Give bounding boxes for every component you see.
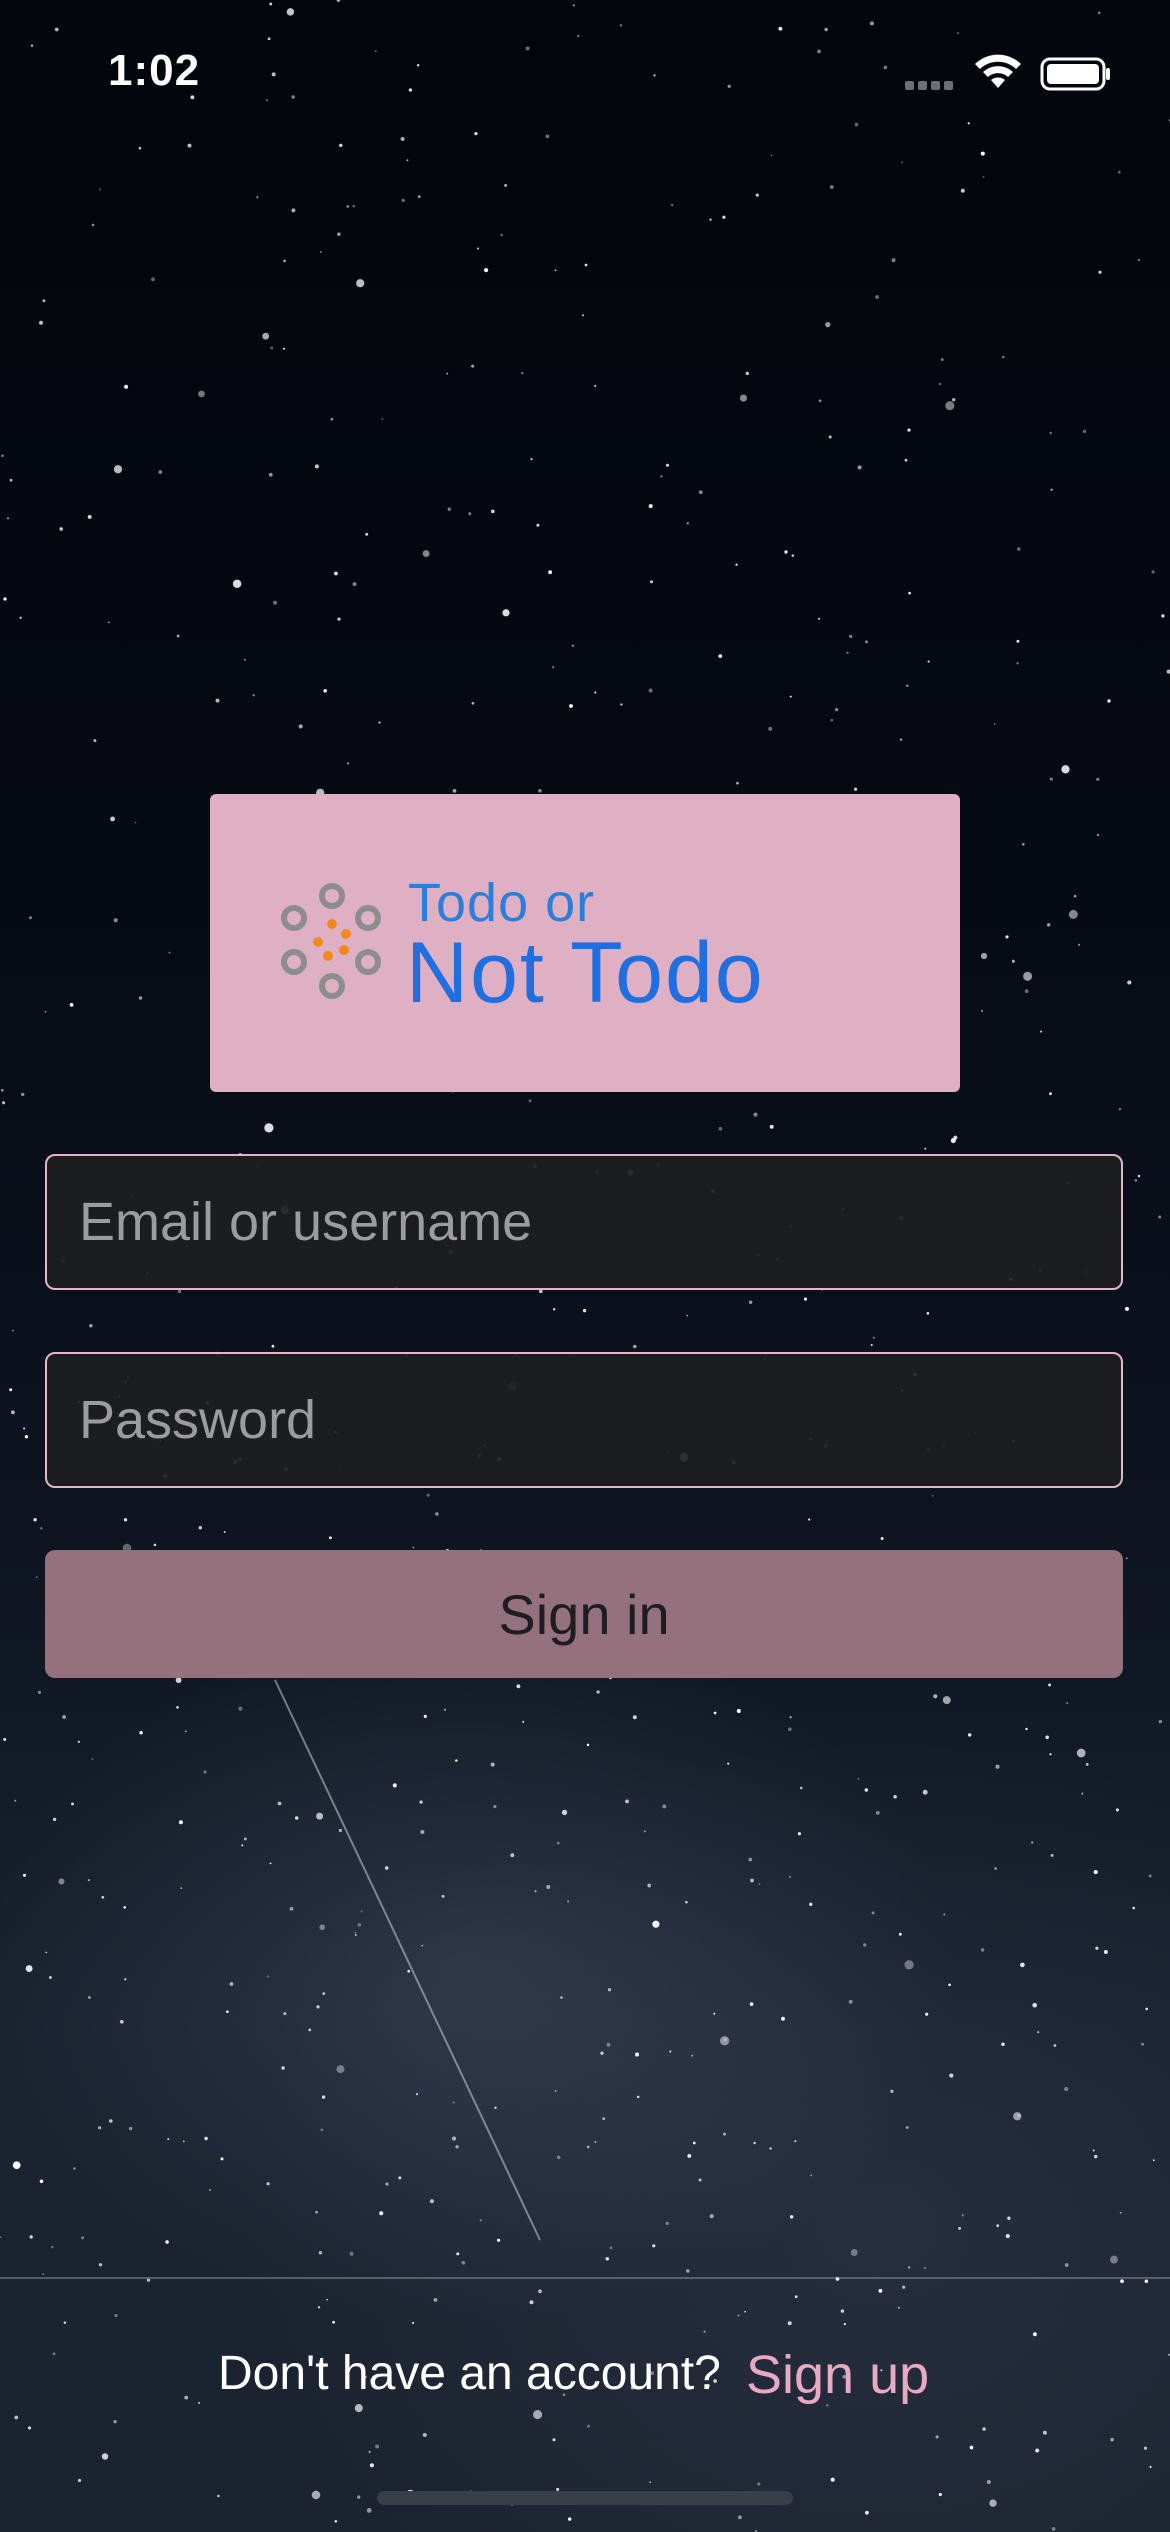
email-field[interactable] <box>45 1154 1123 1290</box>
footer-divider <box>0 2277 1170 2279</box>
password-field[interactable] <box>45 1352 1123 1488</box>
wifi-icon <box>975 54 1021 88</box>
app-logo: Todo or Not Todo <box>210 794 960 1092</box>
home-indicator[interactable] <box>377 2491 793 2505</box>
cellular-signal-icon <box>905 72 959 90</box>
login-screen: 1:02 Todo or Not Todo Email or username … <box>0 0 1170 2532</box>
signup-prompt: Don't have an account? <box>218 2347 721 2400</box>
dots-cluster-icon <box>281 883 381 999</box>
sign-up-link[interactable]: Sign up <box>746 2344 929 2406</box>
sign-in-button[interactable]: Sign in <box>45 1550 1123 1678</box>
battery-icon <box>1040 57 1110 91</box>
logo-text-line2: Not Todo <box>406 925 765 1021</box>
status-time: 1:02 <box>108 46 201 95</box>
